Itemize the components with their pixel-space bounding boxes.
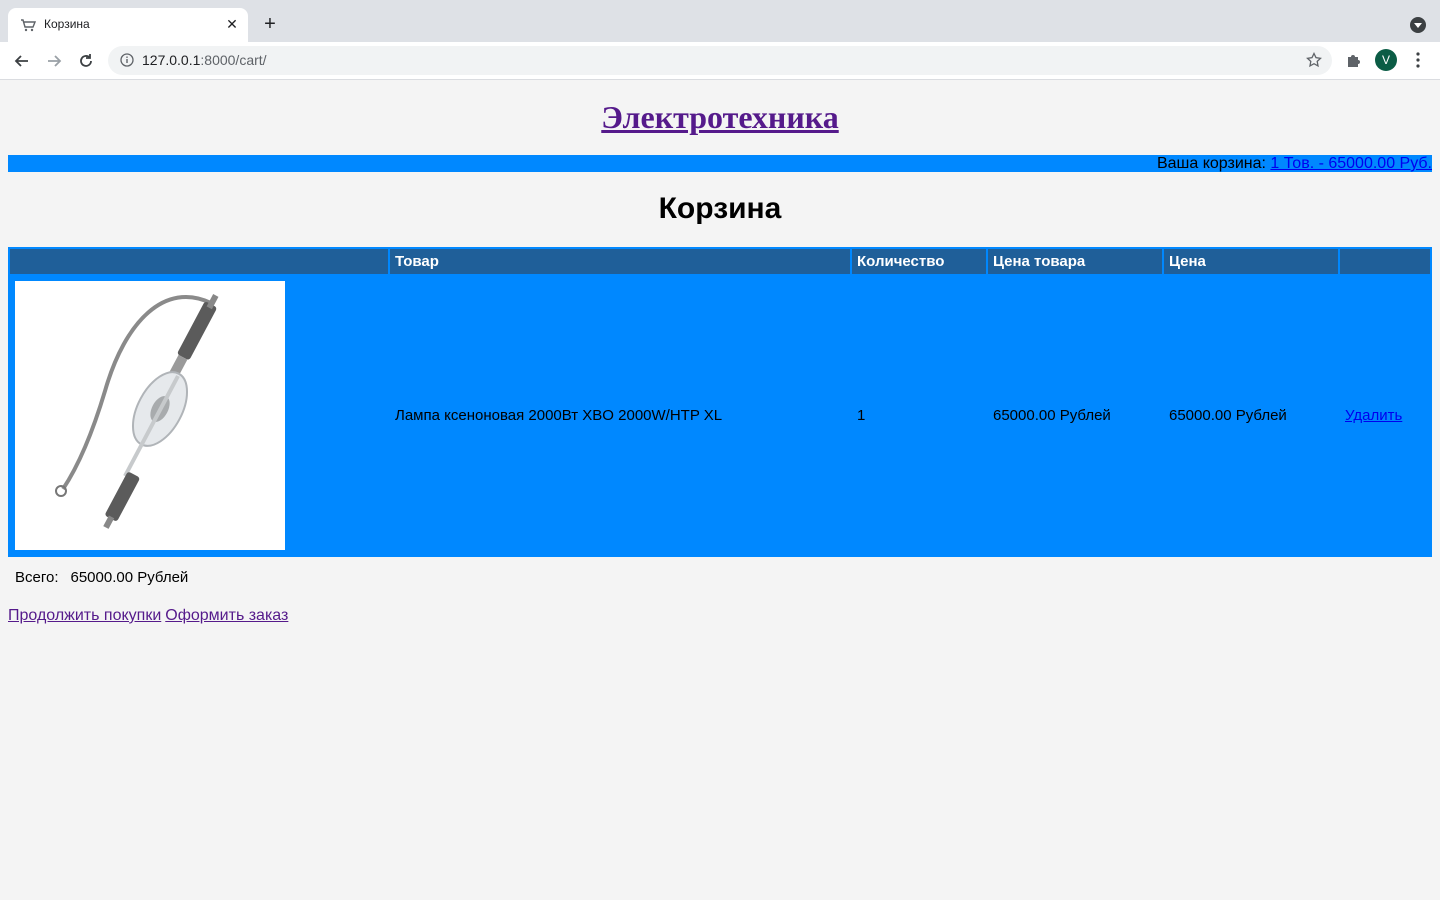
tab-title: Корзина xyxy=(44,17,90,31)
tab-search-icon[interactable] xyxy=(1410,17,1426,33)
column-header-unit-price: Цена товара xyxy=(988,249,1162,274)
price-cell: 65000.00 Рублей xyxy=(1169,407,1287,424)
table-header-row: Товар Количество Цена товара Цена xyxy=(10,249,1430,274)
continue-shopping-link[interactable]: Продолжить покупки xyxy=(8,607,161,624)
page-content: Электротехника Ваша корзина: 1 Тов. - 65… xyxy=(8,80,1432,624)
profile-avatar[interactable]: V xyxy=(1375,49,1397,71)
column-header-image xyxy=(10,249,388,274)
unit-price-cell: 65000.00 Рублей xyxy=(993,407,1111,424)
tab-strip: Корзина ✕ + xyxy=(0,0,1440,42)
column-header-quantity: Количество xyxy=(852,249,986,274)
checkout-link[interactable]: Оформить заказ xyxy=(165,607,288,624)
bookmark-star-icon[interactable] xyxy=(1306,51,1322,68)
remove-button[interactable]: Удалить xyxy=(1345,407,1402,424)
page-title: Корзина xyxy=(658,192,782,225)
info-icon[interactable] xyxy=(120,53,134,67)
back-icon[interactable] xyxy=(9,48,35,74)
browser-menu-icon[interactable] xyxy=(1410,51,1426,69)
tab-close-icon[interactable]: ✕ xyxy=(224,16,240,32)
tab-cart[interactable]: Корзина ✕ xyxy=(8,8,248,42)
remove-cell: Удалить xyxy=(1340,276,1430,555)
cart-total: Всего: 65000.00 Рублей xyxy=(15,569,188,586)
total-label: Всего: xyxy=(15,569,59,586)
url-path: :8000/cart/ xyxy=(200,52,267,68)
column-header-actions xyxy=(1340,249,1430,274)
site-title-link[interactable]: Электротехника xyxy=(601,99,838,135)
address-bar[interactable]: 127.0.0.1:8000/cart/ xyxy=(108,46,1332,75)
column-header-price: Цена xyxy=(1164,249,1338,274)
cart-summary-link[interactable]: 1 Тов. - 65000.00 Руб. xyxy=(1270,155,1432,172)
cart-table: Товар Количество Цена товара Цена Лампа … xyxy=(8,247,1432,557)
forward-icon[interactable] xyxy=(41,48,67,74)
browser-toolbar: 127.0.0.1:8000/cart/ V xyxy=(0,42,1440,80)
product-name-cell: Лампа ксеноновая 2000Вт XBO 2000W/HTP XL xyxy=(395,407,723,424)
total-value: 65000.00 Рублей xyxy=(70,569,189,586)
cart-actions: Продолжить покупки Оформить заказ xyxy=(8,607,292,625)
product-photo[interactable] xyxy=(15,281,285,550)
cart-summary-label: Ваша корзина: xyxy=(1156,155,1271,172)
reload-icon[interactable] xyxy=(73,48,99,74)
cart-summary-bar: Ваша корзина: 1 Тов. - 65000.00 Руб. xyxy=(8,155,1432,172)
url-text: 127.0.0.1:8000/cart/ xyxy=(142,52,267,68)
product-image-cell xyxy=(10,276,388,555)
column-header-product: Товар xyxy=(390,249,850,274)
new-tab-button[interactable]: + xyxy=(258,13,282,37)
quantity-cell: 1 xyxy=(857,407,866,424)
table-row: Лампа ксеноновая 2000Вт XBO 2000W/HTP XL… xyxy=(10,276,1430,555)
site-title: Электротехника xyxy=(8,101,1432,133)
extensions-puzzle-icon[interactable] xyxy=(1345,51,1363,69)
cart-favicon-icon xyxy=(20,17,37,33)
url-host: 127.0.0.1 xyxy=(142,52,201,68)
